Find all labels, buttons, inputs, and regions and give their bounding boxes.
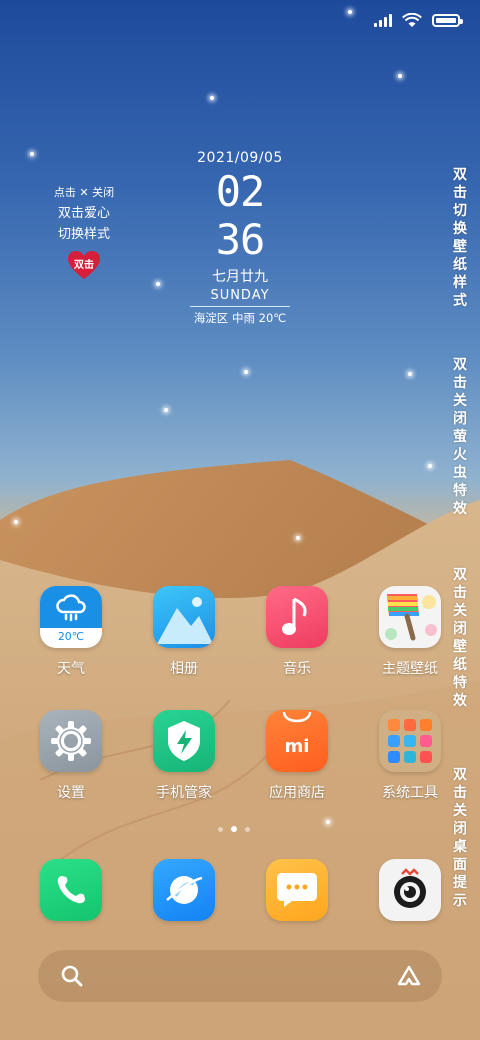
security-icon	[153, 710, 215, 772]
firefly	[156, 282, 160, 286]
heart-widget: 点击 ✕ 关闭 双击爱心 切换样式 双击	[44, 184, 124, 280]
app-music[interactable]: 音乐	[247, 586, 347, 678]
app-gallery[interactable]: 相册	[134, 586, 234, 678]
switch-wallpaper-hint[interactable]: 双击切换壁纸样式	[452, 166, 468, 310]
status-bar	[374, 10, 463, 30]
app-store-icon: mi	[266, 710, 328, 772]
heart-button[interactable]: 双击	[67, 250, 101, 280]
weather-icon: 20℃	[40, 586, 102, 648]
search-icon	[61, 965, 83, 987]
settings-icon	[40, 710, 102, 772]
app-label: 系统工具	[382, 785, 438, 801]
battery-icon	[432, 13, 463, 27]
date-text: 2021/09/05	[197, 150, 283, 166]
weather-text: 海淀区 中雨 20℃	[193, 311, 287, 325]
app-weather[interactable]: 20℃ 天气	[21, 586, 121, 678]
app-label: 主题壁纸	[382, 661, 438, 677]
app-label: 手机管家	[156, 785, 212, 801]
themes-icon	[379, 586, 441, 648]
page-dot	[218, 826, 223, 832]
search-bar[interactable]	[38, 950, 442, 1002]
signal-icon	[374, 13, 392, 27]
firefly	[296, 536, 300, 540]
app-label: 应用商店	[269, 785, 325, 801]
firefly	[326, 820, 330, 824]
app-label: 设置	[57, 785, 85, 801]
browser-icon	[153, 859, 215, 921]
lunar-date: 七月廿九	[212, 269, 268, 285]
music-icon	[266, 586, 328, 648]
weather-temp: 20℃	[57, 630, 85, 643]
switch-style-hint: 切换样式	[57, 227, 110, 242]
dock-messages[interactable]	[247, 859, 347, 921]
firefly	[244, 370, 248, 374]
time-text: 02 36	[215, 167, 266, 264]
firefly	[14, 520, 18, 524]
camera-icon	[379, 859, 441, 921]
clock-widget[interactable]: 2021/09/05 02 36 七月廿九 SUNDAY 海淀区 中雨 20℃	[190, 150, 290, 326]
app-settings[interactable]: 设置	[21, 710, 121, 802]
close-hint[interactable]: 点击 ✕ 关闭	[44, 184, 124, 200]
firefly	[348, 10, 352, 14]
firefly	[408, 372, 412, 376]
firefly	[164, 408, 168, 412]
gallery-icon	[153, 586, 215, 648]
page-dot-current	[231, 826, 237, 832]
app-store[interactable]: mi 应用商店	[247, 710, 347, 802]
dock-browser[interactable]	[134, 859, 234, 921]
wifi-icon	[402, 12, 422, 27]
firefly	[428, 464, 432, 468]
svg-text:mi: mi	[285, 736, 310, 757]
app-label: 天气	[57, 661, 85, 677]
weekday-text: SUNDAY	[190, 288, 290, 307]
firefly	[398, 74, 402, 78]
firefly	[30, 152, 34, 156]
heart-button-label: 双击	[74, 260, 94, 271]
app-themes[interactable]: 主题壁纸	[360, 586, 460, 678]
phone-icon	[40, 859, 102, 921]
app-label: 相册	[170, 661, 198, 677]
assistant-icon[interactable]	[396, 964, 422, 988]
dock-camera[interactable]	[360, 859, 460, 921]
page-indicator[interactable]	[218, 826, 250, 832]
messages-icon	[266, 859, 328, 921]
dock-phone[interactable]	[21, 859, 121, 921]
double-tap-hint: 双击爱心	[57, 206, 110, 221]
firefly	[210, 96, 214, 100]
app-security[interactable]: 手机管家	[134, 710, 234, 802]
close-firefly-hint[interactable]: 双击关闭萤火虫特效	[452, 356, 468, 518]
page-dot	[245, 826, 250, 832]
folder-system-tools[interactable]: 系统工具	[360, 710, 460, 802]
app-label: 音乐	[283, 661, 311, 677]
folder-icon	[379, 710, 441, 772]
